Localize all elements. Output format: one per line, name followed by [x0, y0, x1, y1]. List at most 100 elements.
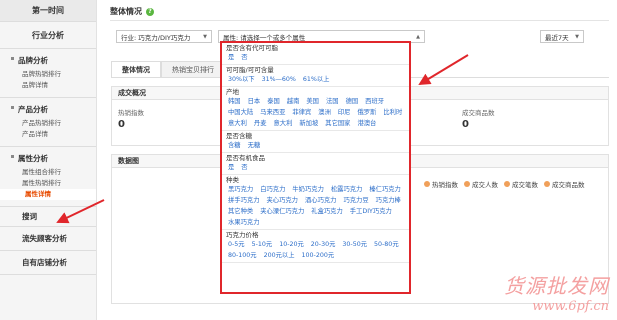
- attribute-option[interactable]: 法国: [326, 97, 339, 107]
- sidebar-group-title-product[interactable]: 产品分析: [11, 104, 96, 115]
- legend-item[interactable]: 成交笔数: [504, 179, 538, 189]
- chevron-down-icon: ▼: [203, 33, 207, 40]
- sidebar-group-title-brand[interactable]: 品牌分析: [11, 55, 96, 66]
- sidebar-item-product-ranking[interactable]: 产品热销排行: [18, 118, 96, 129]
- sidebar-item-first-time[interactable]: 第一时间: [0, 0, 96, 22]
- page-title-text: 整体情况: [110, 7, 142, 16]
- attribute-option[interactable]: 意大利: [228, 119, 247, 129]
- attribute-option[interactable]: 含糖: [228, 141, 241, 151]
- attribute-option[interactable]: 30-50元: [342, 240, 367, 250]
- attribute-group: 种类 黑巧克力 白巧克力 牛奶巧克力 松露巧克力 榛仁巧克力 拼手巧克力 夹心巧克力 酒心巧克力…: [222, 175, 409, 230]
- watermark: 货源批发网 www.6pf.cn: [504, 270, 609, 314]
- attribute-option-list: 黑巧克力 白巧克力 牛奶巧克力 松露巧克力 榛仁巧克力 拼手巧克力 夹心巧克力 酒心巧克力 巧克…: [226, 185, 405, 228]
- attribute-option[interactable]: 中国大陆: [228, 108, 253, 118]
- attribute-option[interactable]: 牛奶巧克力: [292, 185, 323, 195]
- sidebar-group-attribute: 属性分析 属性组合排行 属性热销排行 属性详情: [0, 147, 96, 207]
- sidebar-item-own-store[interactable]: 自有店铺分析: [0, 251, 96, 275]
- attribute-option[interactable]: 新加坡: [299, 119, 318, 129]
- attribute-option[interactable]: 否: [241, 53, 247, 63]
- attribute-option[interactable]: 其它种类: [228, 207, 253, 217]
- sidebar-group-title-attribute[interactable]: 属性分析: [11, 153, 96, 164]
- sidebar-item-attribute-combo[interactable]: 属性组合排行: [18, 167, 96, 178]
- attribute-option-list: 韩国 日本 泰国 越南 美国 法国 德国 西班牙中国大陆 马来西亚 菲律宾 澳洲 印尼 俄罗斯 比利时意大…: [226, 97, 405, 129]
- attribute-option-list: 是否: [226, 53, 405, 63]
- divider: [110, 20, 609, 21]
- attribute-option[interactable]: 西班牙: [365, 97, 384, 107]
- attribute-option[interactable]: 黑巧克力: [228, 185, 253, 195]
- legend-item[interactable]: 成交人数: [464, 179, 498, 189]
- attribute-option[interactable]: 5-10元: [252, 240, 273, 250]
- sidebar-item-attribute-detail[interactable]: 属性详情: [0, 189, 96, 200]
- attribute-option[interactable]: 巧克力豆: [343, 196, 368, 206]
- watermark-title: 货源批发网: [504, 274, 609, 298]
- attribute-option[interactable]: 松露巧克力: [331, 185, 362, 195]
- attribute-group: 是否含糖 含糖 无糖: [222, 131, 409, 153]
- attribute-option[interactable]: 美国: [306, 97, 319, 107]
- legend-dot-icon: [504, 181, 510, 187]
- attribute-option[interactable]: 马来西亚: [260, 108, 285, 118]
- legend-label: 成交笔数: [512, 181, 538, 189]
- attribute-option[interactable]: 61%以上: [303, 75, 330, 85]
- attribute-option[interactable]: 印尼: [338, 108, 351, 118]
- industry-select[interactable]: 行业: 巧克力/DIY巧克力 ▼: [116, 30, 212, 43]
- attribute-group-title: 是否含糖: [226, 132, 252, 140]
- attribute-option[interactable]: 其它国家: [325, 119, 350, 129]
- attribute-group-title: 是否有机食品: [226, 154, 265, 162]
- attribute-option[interactable]: 澳洲: [318, 108, 331, 118]
- attribute-option[interactable]: 酒心巧克力: [305, 196, 336, 206]
- attribute-option[interactable]: 德国: [346, 97, 359, 107]
- attribute-option[interactable]: 菲律宾: [292, 108, 311, 118]
- attribute-option[interactable]: 手工DIY巧克力: [350, 207, 392, 217]
- attribute-group: 是否含有代可可脂是否: [222, 43, 409, 65]
- attribute-option[interactable]: 100-200元: [302, 251, 335, 261]
- sidebar-item-product-detail[interactable]: 产品详情: [18, 129, 96, 140]
- attribute-option[interactable]: 夹心巧克力: [266, 196, 297, 206]
- industry-select-value: 行业: 巧克力/DIY巧克力: [121, 33, 191, 42]
- attribute-option[interactable]: 30%以下: [228, 75, 255, 85]
- attribute-option[interactable]: 港澳台: [357, 119, 376, 129]
- period-select[interactable]: 最近7天 ▼: [540, 30, 584, 43]
- attribute-option[interactable]: 礼盒巧克力: [311, 207, 342, 217]
- attribute-option[interactable]: 日本: [248, 97, 261, 107]
- tab-overview[interactable]: 整体情况: [111, 61, 161, 77]
- chevron-up-icon: ▲: [416, 33, 420, 40]
- attribute-option[interactable]: 夹心溧仁巧克力: [260, 207, 304, 217]
- attribute-option[interactable]: 是: [228, 163, 234, 173]
- attribute-option[interactable]: 否: [241, 163, 247, 173]
- attribute-option[interactable]: 越南: [287, 97, 300, 107]
- attribute-option[interactable]: 0-5元: [228, 240, 245, 250]
- legend-dot-icon: [424, 181, 430, 187]
- attribute-option[interactable]: 丹麦: [254, 119, 267, 129]
- attribute-option[interactable]: 俄罗斯: [357, 108, 376, 118]
- attribute-option[interactable]: 巧克力棒: [376, 196, 401, 206]
- attribute-option[interactable]: 31%—60%: [262, 75, 296, 85]
- legend-item[interactable]: 成交商品数: [544, 179, 585, 189]
- attribute-option[interactable]: 200元以上: [264, 251, 295, 261]
- sidebar-item-keywords[interactable]: 搜词: [0, 207, 96, 227]
- sidebar-item-attribute-hot[interactable]: 属性热销排行: [18, 178, 96, 189]
- attribute-option[interactable]: 80-100元: [228, 251, 257, 261]
- attribute-option[interactable]: 泰国: [267, 97, 280, 107]
- attribute-option[interactable]: 比利时: [383, 108, 402, 118]
- attribute-group-title: 巧克力价格: [226, 231, 259, 239]
- attribute-option[interactable]: 无糖: [248, 141, 261, 151]
- attribute-option[interactable]: 是: [228, 53, 234, 63]
- tab-hot-items[interactable]: 热销宝贝排行: [161, 61, 225, 77]
- attribute-option[interactable]: 韩国: [228, 97, 241, 107]
- legend-item[interactable]: 热销指数: [424, 179, 458, 189]
- attribute-option[interactable]: 拼手巧克力: [228, 196, 259, 206]
- legend-label: 成交商品数: [552, 181, 585, 189]
- sidebar-item-brand-ranking[interactable]: 品牌热销排行: [18, 69, 96, 80]
- help-icon[interactable]: ?: [146, 7, 154, 16]
- sidebar-item-industry[interactable]: 行业分析: [0, 22, 96, 49]
- attribute-option[interactable]: 意大利: [273, 119, 292, 129]
- attribute-option[interactable]: 白巧克力: [260, 185, 285, 195]
- attribute-option[interactable]: 10-20元: [279, 240, 304, 250]
- attribute-group-title: 是否含有代可可脂: [226, 44, 278, 52]
- attribute-option[interactable]: 水果巧克力: [228, 218, 259, 228]
- sidebar-item-brand-detail[interactable]: 品牌详情: [18, 80, 96, 91]
- attribute-option[interactable]: 20-30元: [311, 240, 336, 250]
- attribute-option[interactable]: 榛仁巧克力: [369, 185, 400, 195]
- attribute-option[interactable]: 50-80元: [374, 240, 399, 250]
- sidebar-item-customer-loss[interactable]: 流失顾客分析: [0, 227, 96, 251]
